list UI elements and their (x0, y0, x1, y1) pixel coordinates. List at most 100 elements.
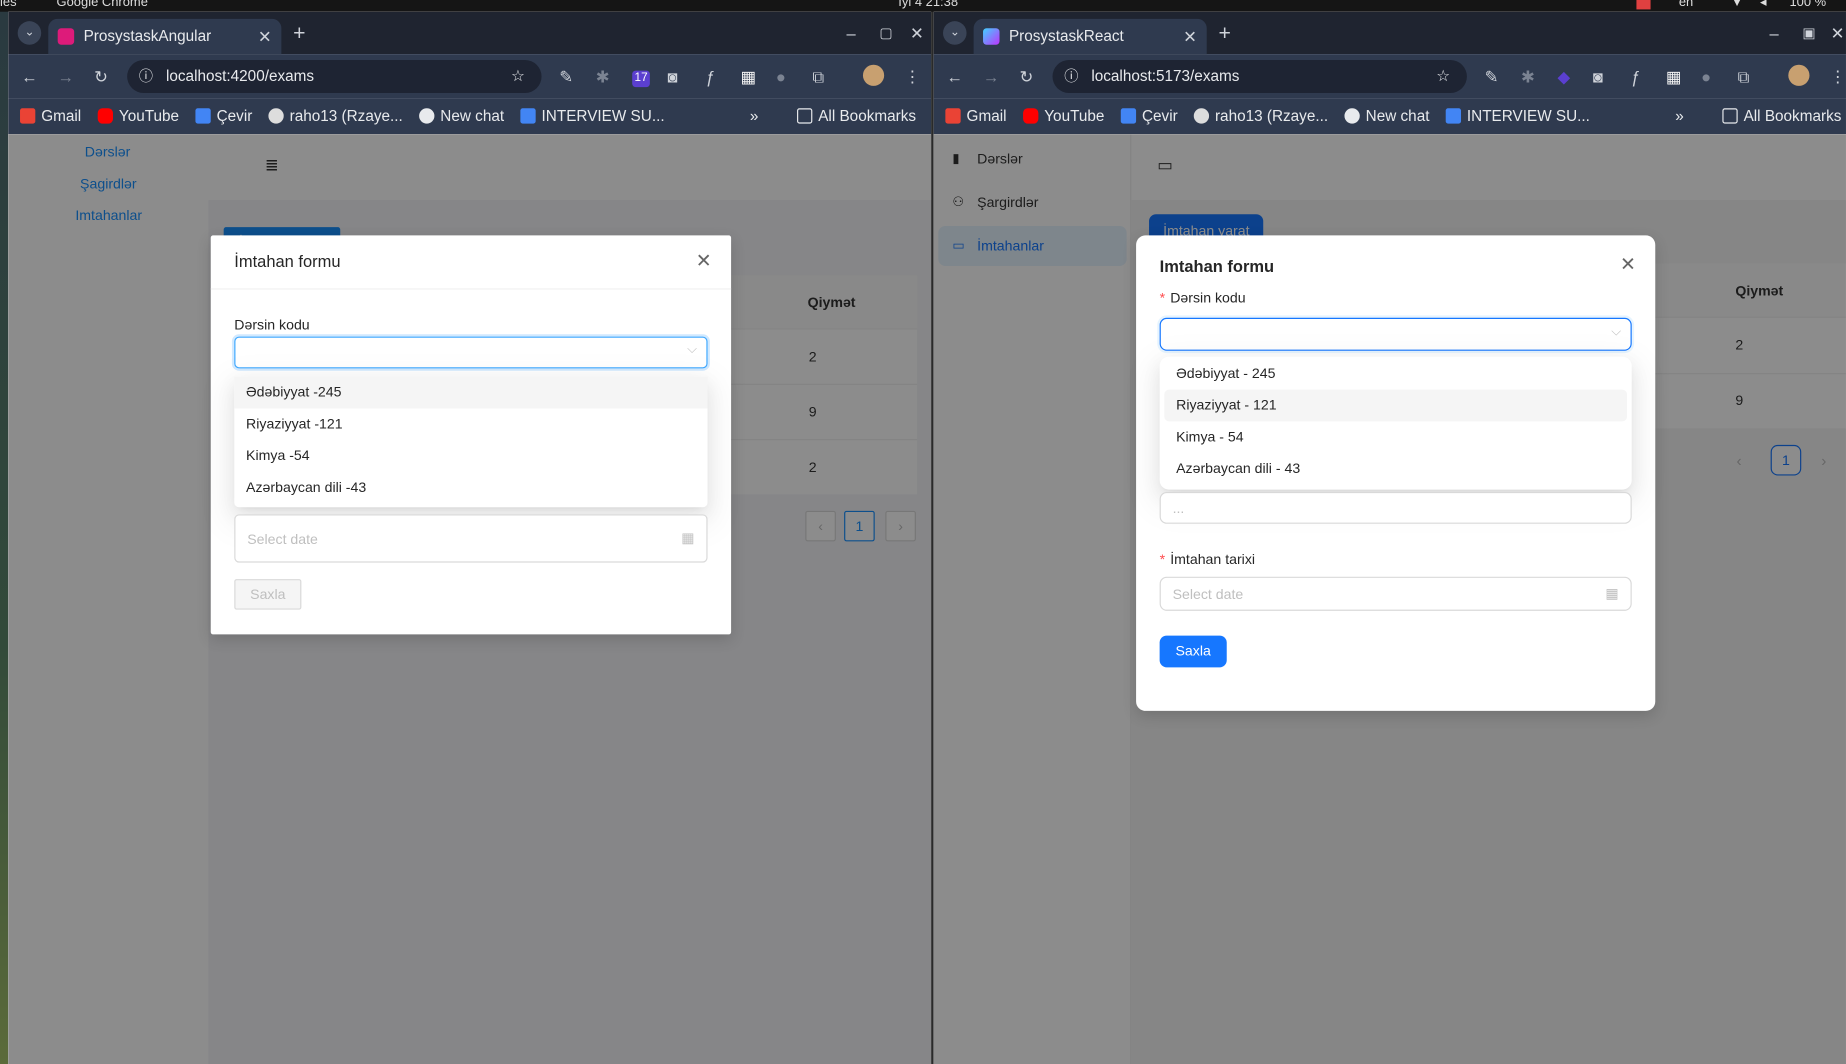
bookmark-star-icon[interactable]: ☆ (511, 60, 525, 93)
save-button[interactable]: Saxla (234, 579, 302, 610)
bookmarks-overflow-icon[interactable]: » (1675, 99, 1684, 134)
address-bar[interactable]: ⓘ localhost:5173/exams ☆ (1052, 60, 1467, 93)
extensions-puzzle-icon[interactable]: ⧉ (1738, 65, 1750, 89)
exam-date-picker[interactable]: Select date ▦ (234, 514, 708, 563)
dropdown-option[interactable]: Kimya - 54 (1164, 421, 1627, 453)
robot-extension-icon[interactable]: ● (776, 65, 786, 89)
close-tab-icon[interactable]: ✕ (1183, 19, 1197, 54)
all-bookmarks[interactable]: All Bookmarks (797, 99, 916, 134)
back-icon[interactable]: ← (21, 65, 37, 89)
bookmark-youtube[interactable]: YouTube (97, 99, 179, 134)
lesson-code-dropdown: Ədəbiyyat -245 Riyaziyyat -121 Kimya -54… (234, 376, 708, 508)
new-tab-button[interactable]: + (1218, 21, 1230, 45)
exam-form-modal: İmtahan formu ✕ Dərsin kodu ⌵ Ədəbiyyat … (210, 235, 732, 635)
bookmarks-overflow-icon[interactable]: » (750, 99, 759, 134)
profile-avatar[interactable] (862, 64, 885, 86)
lesson-code-label: Dərsin kodu (1170, 289, 1246, 307)
bookmark-cevir[interactable]: Çevir (1120, 99, 1178, 134)
calendar-extension-icon[interactable]: ▦ (1666, 65, 1682, 89)
tab-search-icon[interactable]: ⌄ (17, 21, 42, 45)
tab-search-icon[interactable]: ⌄ (943, 21, 967, 45)
desktop-wallpaper (0, 11, 9, 1064)
minimize-icon[interactable]: – (1769, 21, 1778, 45)
language-indicator[interactable]: en (1679, 0, 1693, 9)
forward-icon[interactable]: → (58, 65, 74, 89)
tab-title: ProsystaskAngular (83, 27, 212, 45)
robot-extension-icon[interactable]: ● (1701, 65, 1711, 89)
bookmark-github[interactable]: raho13 (Rzaye... (268, 99, 403, 134)
extension-badge[interactable]: 17 (632, 70, 651, 88)
extensions-puzzle-icon[interactable]: ⧉ (812, 65, 824, 89)
reload-icon[interactable]: ↻ (1020, 65, 1034, 89)
lesson-code-select[interactable]: ⌵ (234, 336, 708, 369)
chrome-app-label[interactable]: Google Chrome (57, 0, 148, 9)
site-info-icon[interactable]: ⓘ (1064, 60, 1078, 93)
url-text: localhost:4200/exams (165, 67, 315, 85)
bug-extension-icon[interactable]: ✱ (596, 65, 610, 89)
all-bookmarks[interactable]: All Bookmarks (1722, 99, 1841, 134)
bookmark-github[interactable]: raho13 (Rzaye... (1193, 99, 1328, 134)
close-window-icon[interactable]: ✕ (910, 21, 924, 45)
site-info-icon[interactable]: ⓘ (139, 60, 153, 93)
hidden-field-input[interactable]: ... (1159, 491, 1632, 524)
extension-icon[interactable]: ◙ (668, 65, 678, 89)
minimize-icon[interactable]: – (846, 21, 855, 45)
bookmark-new-chat[interactable]: New chat (419, 99, 504, 134)
close-window-icon[interactable]: ✕ (1831, 21, 1845, 45)
formula-extension-icon[interactable]: ƒ (705, 65, 714, 89)
dropdown-option[interactable]: Riyaziyyat -121 (234, 408, 707, 440)
bookmark-gmail[interactable]: Gmail (20, 99, 81, 134)
modal-close-icon[interactable]: ✕ (696, 250, 712, 274)
close-tab-icon[interactable]: ✕ (258, 19, 272, 54)
bookmark-new-chat[interactable]: New chat (1344, 99, 1429, 134)
bookmark-star-icon[interactable]: ☆ (1436, 60, 1450, 93)
dropdown-option[interactable]: Ədəbiyyat -245 (234, 376, 708, 409)
new-tab-button[interactable]: + (293, 21, 305, 45)
lesson-code-select[interactable]: ⌵ (1159, 317, 1632, 351)
battery-indicator[interactable]: 100 % (1789, 0, 1826, 9)
tab-prosystask-angular[interactable]: ProsystaskAngular ✕ (48, 18, 282, 55)
url-text: localhost:5173/exams (1091, 67, 1240, 85)
wifi-icon[interactable]: ▼ (1731, 0, 1744, 9)
extension-icon[interactable]: ◙ (1593, 65, 1603, 89)
notification-icon[interactable] (1636, 0, 1651, 10)
profile-avatar[interactable] (1788, 64, 1810, 86)
dropdown-option[interactable]: Azərbaycan dili - 43 (1164, 453, 1627, 485)
save-button[interactable]: Saxla (1159, 635, 1227, 668)
maximize-icon[interactable]: ▢ (879, 21, 892, 45)
activities-label[interactable]: ies (0, 0, 17, 9)
formula-extension-icon[interactable]: ƒ (1631, 65, 1640, 89)
volume-icon[interactable]: ◂ (1760, 0, 1767, 9)
reload-icon[interactable]: ↻ (94, 65, 108, 89)
bookmarks-bar: Gmail YouTube Çevir raho13 (Rzaye... New… (933, 98, 1846, 135)
eyedropper-extension-icon[interactable]: ✎ (559, 65, 573, 89)
eyedropper-extension-icon[interactable]: ✎ (1485, 65, 1499, 89)
date-placeholder: Select date (247, 530, 318, 548)
bookmark-cevir[interactable]: Çevir (195, 99, 252, 134)
back-icon[interactable]: ← (947, 65, 963, 89)
clock[interactable]: İyl 4 21:38 (898, 0, 958, 9)
os-top-bar: ies Google Chrome İyl 4 21:38 en ▼ ◂ 100… (0, 0, 1846, 12)
menu-kebab-icon[interactable]: ⋮ (1830, 65, 1846, 89)
bug-extension-icon[interactable]: ✱ (1521, 65, 1535, 89)
menu-kebab-icon[interactable]: ⋮ (904, 65, 920, 89)
dropdown-option[interactable]: Ədəbiyyat - 245 (1164, 358, 1627, 390)
exam-date-picker[interactable]: Select date ▦ (1159, 576, 1632, 611)
bookmarks-bar: Gmail YouTube Çevir raho13 (Rzaye... New… (8, 98, 932, 135)
extension-icon[interactable]: ◆ (1558, 65, 1571, 89)
tab-prosystask-react[interactable]: ProsystaskReact ✕ (973, 18, 1207, 55)
modal-close-icon[interactable]: ✕ (1620, 253, 1636, 277)
bookmark-youtube[interactable]: YouTube (1023, 99, 1104, 134)
address-bar[interactable]: ⓘ localhost:4200/exams ☆ (127, 60, 542, 93)
forward-icon[interactable]: → (983, 65, 999, 89)
tab-strip: ⌄ ProsystaskReact ✕ + – ▣ ✕ (933, 11, 1846, 55)
bookmark-interview[interactable]: INTERVIEW SU... (520, 99, 665, 134)
lesson-code-label: Dərsin kodu (234, 316, 310, 334)
bookmark-interview[interactable]: INTERVIEW SU... (1445, 99, 1590, 134)
dropdown-option[interactable]: Azərbaycan dili -43 (234, 472, 707, 504)
calendar-extension-icon[interactable]: ▦ (741, 65, 757, 89)
bookmark-gmail[interactable]: Gmail (945, 99, 1007, 134)
dropdown-option[interactable]: Kimya -54 (234, 440, 707, 472)
maximize-icon[interactable]: ▣ (1802, 21, 1815, 45)
dropdown-option[interactable]: Riyaziyyat - 121 (1164, 389, 1628, 422)
